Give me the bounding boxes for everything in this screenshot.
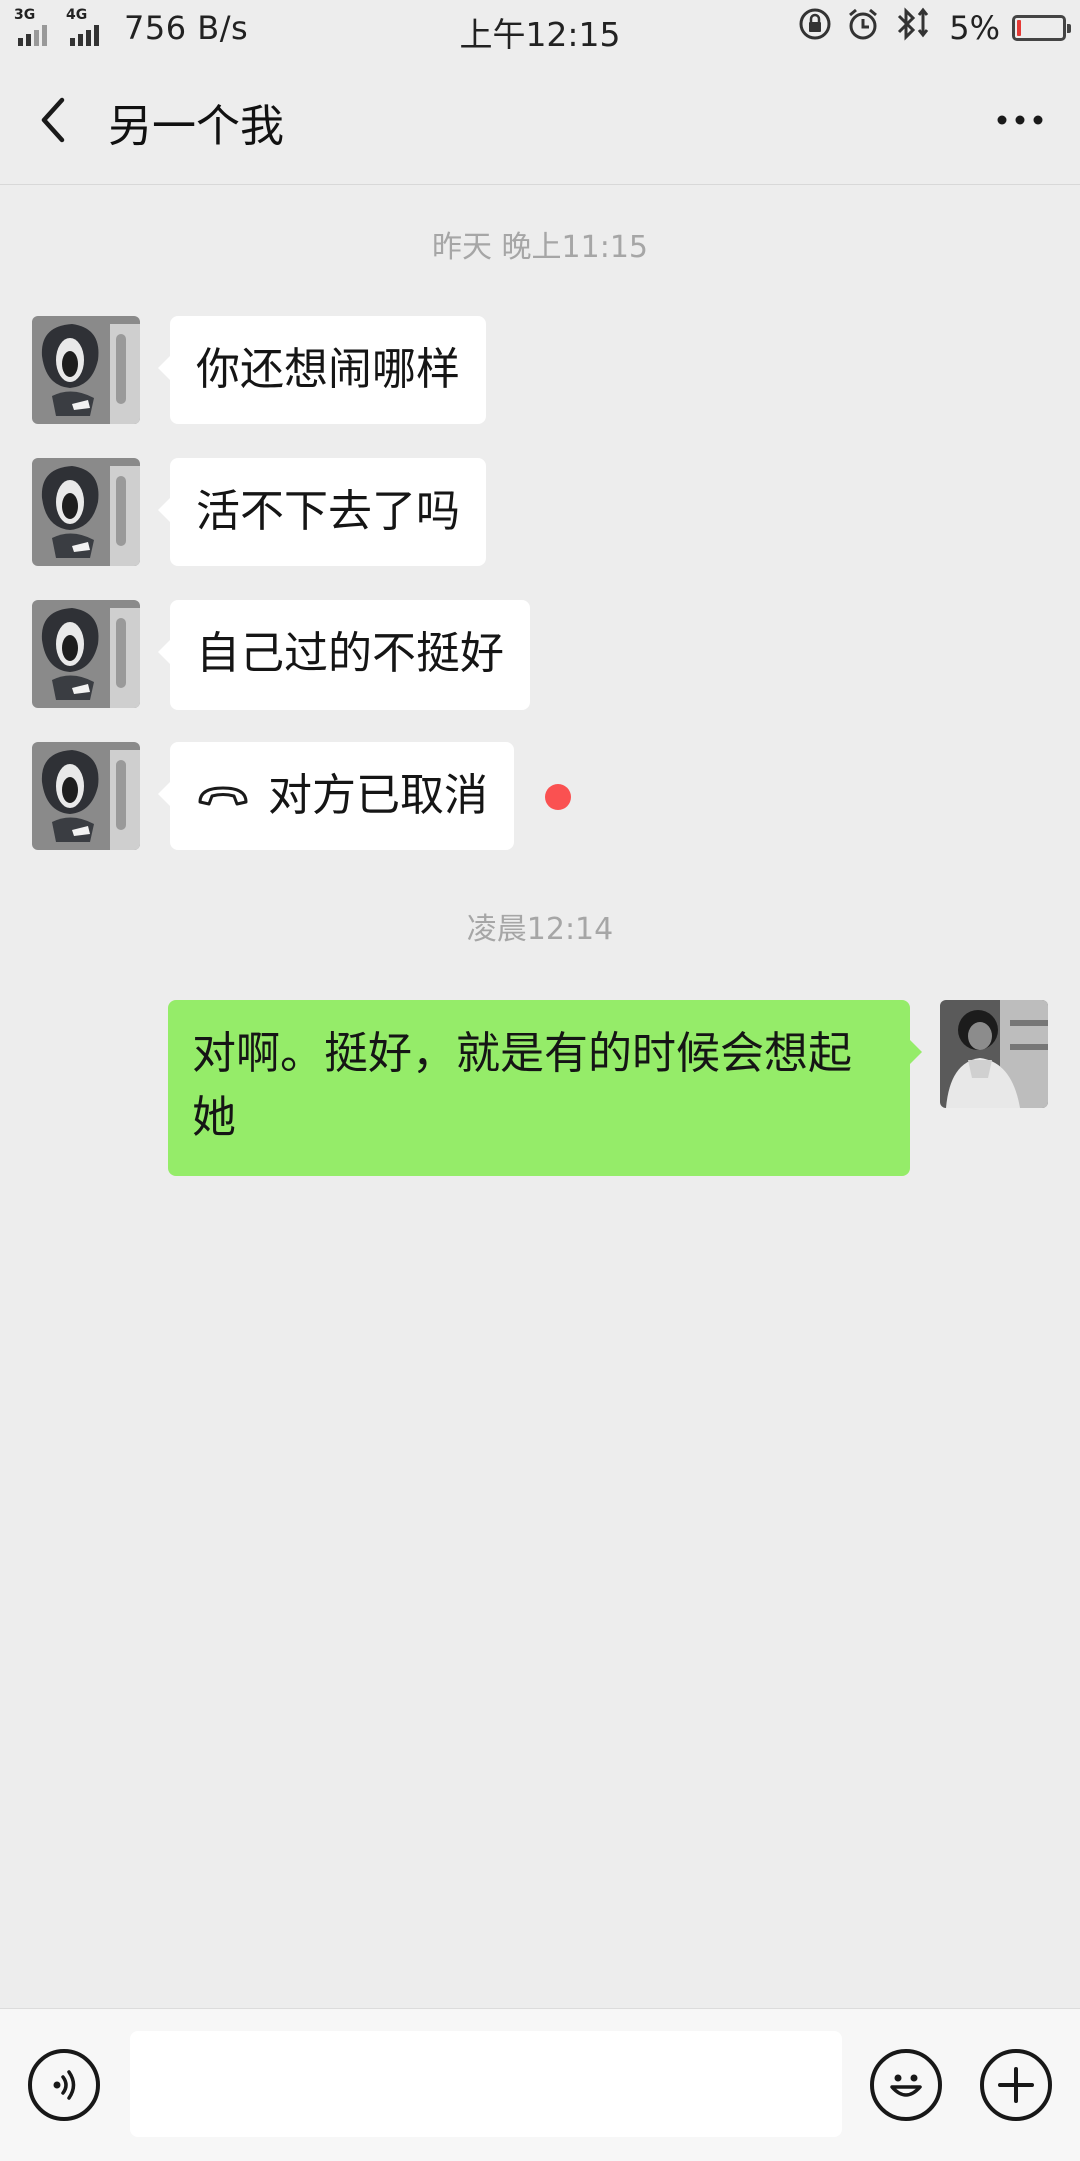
chat-title: 另一个我 (108, 101, 284, 152)
status-bar: 3G 4G 756 B/s 上午12:15 5% (0, 0, 1080, 56)
contact-avatar[interactable] (32, 316, 140, 424)
message-text: 对啊。挺好，就是有的时候会想起她 (192, 1028, 852, 1143)
alarm-icon (845, 6, 881, 50)
timestamp-1: 昨天 晚上11:15 (432, 230, 648, 265)
unread-dot (545, 784, 571, 810)
plus-icon (998, 2067, 1034, 2103)
contact-avatar[interactable] (32, 742, 140, 850)
status-bar-right: 5% (797, 6, 1071, 50)
back-button[interactable] (22, 88, 86, 152)
message-text: 活不下去了吗 (196, 486, 460, 537)
incoming-message-3[interactable]: 自己过的不挺好 (158, 600, 530, 710)
phone-hangup-icon (196, 762, 250, 826)
contact-avatar[interactable] (32, 600, 140, 708)
message-text: 自己过的不挺好 (196, 628, 504, 679)
more-dots-icon (997, 115, 1043, 125)
rotation-lock-icon (797, 6, 833, 50)
incoming-message-2[interactable]: 活不下去了吗 (158, 458, 486, 566)
battery-icon (1012, 15, 1071, 41)
message-input[interactable] (130, 2031, 842, 2137)
call-status-text: 对方已取消 (268, 770, 488, 821)
outgoing-message-1[interactable]: 对啊。挺好，就是有的时候会想起她 (168, 1000, 922, 1176)
back-arrow-icon (41, 97, 65, 143)
bluetooth-icon (893, 6, 937, 50)
my-avatar[interactable] (940, 1000, 1048, 1108)
timestamp-2: 凌晨12:14 (466, 912, 614, 947)
incoming-call-message[interactable]: 对方已取消 (158, 742, 514, 850)
message-text: 你还想闹哪样 (196, 344, 460, 395)
chat-header: 另一个我 (0, 56, 1080, 185)
chat-input-bar (0, 2008, 1080, 2161)
emoji-button[interactable] (870, 2049, 942, 2121)
more-actions-button[interactable] (980, 2049, 1052, 2121)
battery-percent: 5% (949, 9, 1000, 47)
voice-input-button[interactable] (28, 2049, 100, 2121)
more-options-button[interactable] (988, 88, 1052, 152)
contact-avatar[interactable] (32, 458, 140, 566)
voice-icon (53, 2070, 76, 2100)
smiley-icon (890, 2074, 922, 2097)
incoming-message-1[interactable]: 你还想闹哪样 (158, 316, 486, 424)
